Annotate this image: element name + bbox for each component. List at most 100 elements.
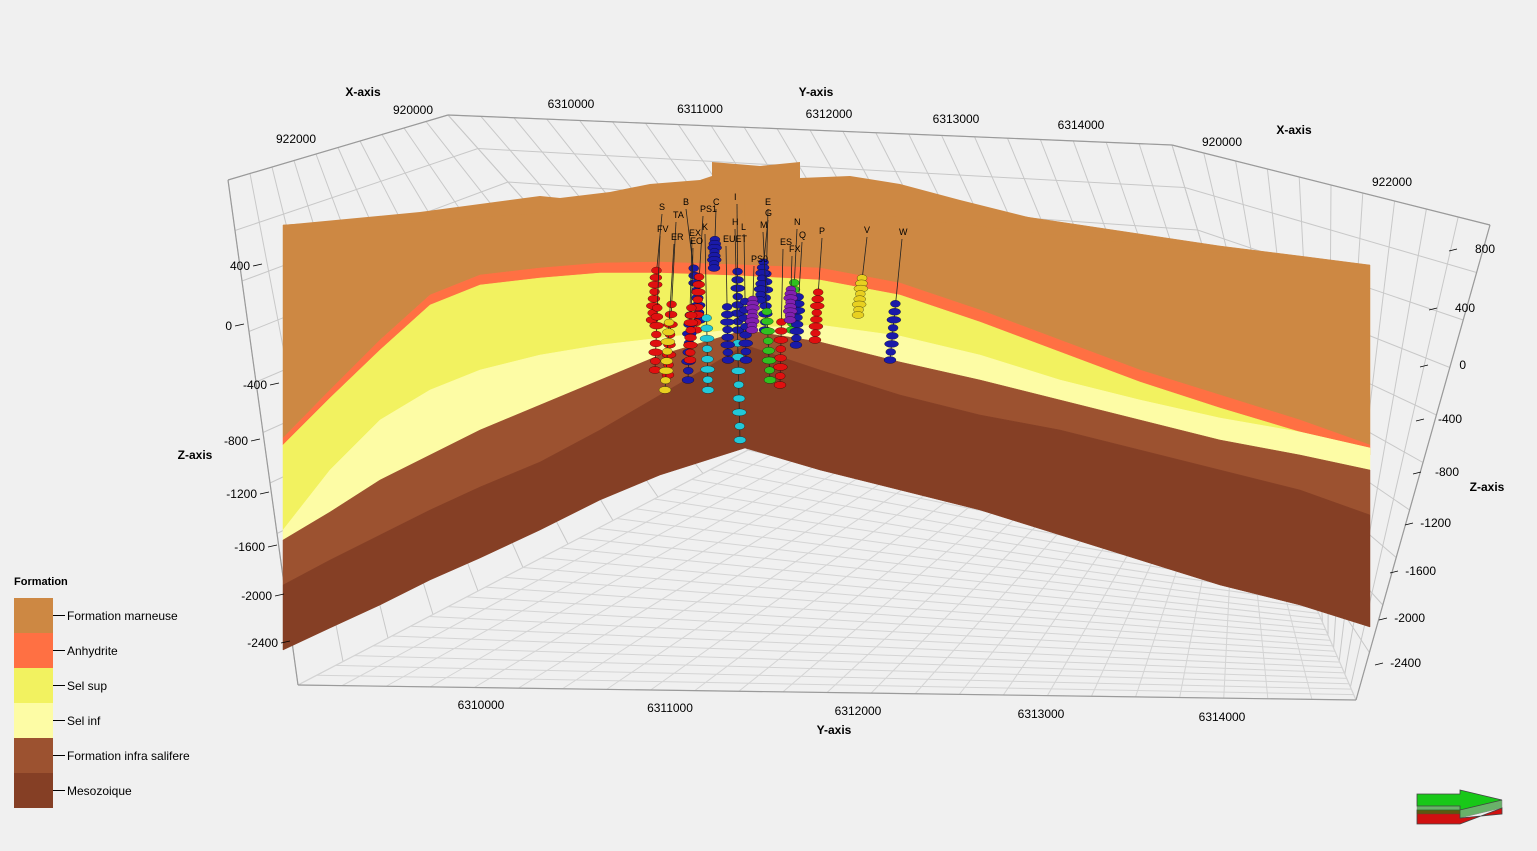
well-label: H (732, 217, 739, 227)
legend-item: Sel sup (14, 668, 234, 703)
well-label: P (819, 226, 825, 236)
well-marker (732, 267, 743, 276)
well-marker (888, 308, 901, 316)
y-tick-label: 6310000 (458, 698, 505, 712)
z-tick-label: 400 (1455, 301, 1475, 315)
well-label: FX (789, 244, 801, 254)
legend-item: Sel inf (14, 703, 234, 738)
z-tick-label: -2400 (247, 636, 278, 650)
y-tick-label: 6314000 (1058, 118, 1105, 132)
well-marker (731, 276, 744, 284)
well-marker (683, 319, 699, 327)
well-marker (699, 334, 715, 343)
well-marker (660, 338, 676, 346)
well-marker (663, 318, 675, 327)
well-marker (662, 347, 673, 356)
well-label: W (899, 227, 908, 237)
well-marker (810, 329, 821, 337)
well-label: N (794, 217, 801, 227)
well-marker (721, 303, 733, 311)
well-marker (701, 314, 712, 322)
well-marker (702, 376, 713, 384)
well-marker (813, 288, 824, 296)
well-marker (720, 341, 735, 349)
well-label: G (765, 208, 772, 218)
well-marker (739, 356, 753, 364)
z-tick-label: -1200 (226, 487, 257, 501)
well-label: TA (673, 210, 684, 220)
z-axis-title: Z-axis (1470, 480, 1505, 494)
z-tick-label: 0 (225, 319, 232, 333)
well-marker (658, 386, 672, 394)
well-marker (734, 422, 745, 430)
well-marker (694, 273, 705, 281)
well-marker (808, 336, 822, 344)
well-label: L (741, 222, 746, 232)
well-marker (651, 330, 662, 339)
well-marker (851, 311, 865, 319)
well-marker (885, 348, 896, 356)
well-marker (730, 284, 745, 292)
y-tick-label: 6313000 (1018, 707, 1065, 721)
well-marker (775, 327, 788, 335)
legend-swatch (14, 598, 53, 633)
well-marker (775, 372, 786, 380)
well-label: EUET (723, 234, 748, 244)
well-marker (700, 365, 715, 374)
well-marker (691, 288, 706, 296)
well-label: EO (690, 236, 703, 246)
well-label: S (659, 202, 665, 212)
well-label: B (683, 197, 689, 207)
well-marker (686, 304, 697, 312)
well-marker (648, 348, 663, 356)
well-marker (648, 280, 663, 289)
well-marker (764, 366, 775, 374)
well-marker (660, 376, 671, 385)
well-marker (662, 328, 675, 336)
well-marker (685, 311, 698, 319)
well-marker (650, 357, 661, 365)
well-marker (685, 326, 696, 334)
well-marker (761, 356, 777, 365)
legend-swatch (14, 773, 53, 808)
legend-item: Formation infra salifere (14, 738, 234, 773)
well-marker (649, 321, 664, 330)
well-marker (732, 292, 743, 301)
well-marker (681, 376, 695, 384)
well-label: ER (671, 232, 684, 242)
well-marker (721, 310, 734, 319)
z-tick-label: 800 (1475, 242, 1495, 256)
well-marker (720, 318, 735, 326)
well-marker (650, 313, 664, 321)
well-marker (721, 356, 735, 364)
legend-label: Sel sup (67, 679, 108, 693)
well-marker (763, 337, 774, 345)
y-tick-label: 6314000 (1199, 710, 1246, 724)
x-tick-label: 920000 (393, 103, 433, 117)
well-marker (651, 266, 662, 275)
legend-swatch (14, 668, 53, 703)
well-label: PS1 (700, 204, 717, 214)
y-axis-title: Y-axis (799, 85, 834, 99)
well-marker (810, 315, 823, 324)
well-marker (811, 309, 822, 317)
well-marker (883, 356, 897, 364)
well-marker (731, 367, 746, 375)
well-marker (701, 386, 715, 394)
well-marker (890, 300, 901, 308)
well-marker (773, 381, 787, 389)
well-marker (811, 295, 824, 303)
legend-label: Anhydrite (67, 644, 118, 658)
y-tick-label: 6310000 (548, 97, 595, 111)
well-marker (789, 341, 803, 349)
z-tick-label: -1600 (234, 540, 265, 554)
well-label: E (765, 197, 771, 207)
well-label: PS0 (751, 254, 768, 264)
well-marker (666, 300, 677, 309)
well-marker (775, 345, 786, 353)
navigation-arrow-icon[interactable] (1414, 788, 1506, 828)
z-tick-label: -400 (1438, 412, 1462, 426)
well-marker (683, 356, 697, 364)
well-marker (886, 332, 899, 340)
well-marker (707, 264, 721, 272)
